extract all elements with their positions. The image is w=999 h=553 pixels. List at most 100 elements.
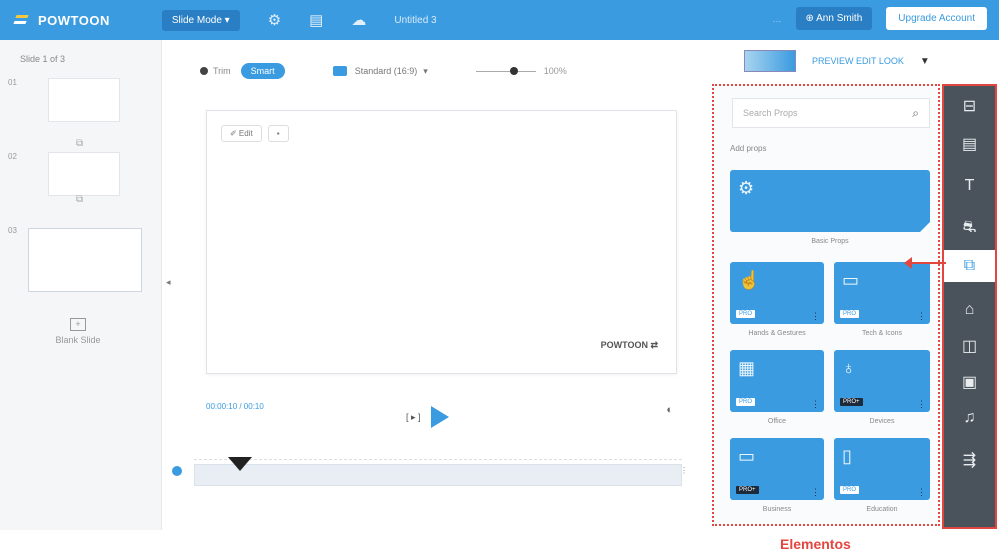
card-label: Basic Props bbox=[811, 238, 849, 245]
blank-slide-button[interactable]: + Blank Slide bbox=[48, 318, 108, 345]
logo-text: POWTOON bbox=[38, 12, 110, 28]
props-card[interactable]: ☝ PRO ⋮ bbox=[730, 262, 824, 324]
background-icon[interactable]: ▤ bbox=[944, 128, 995, 160]
character-icon[interactable]: ⛐ bbox=[944, 212, 995, 244]
card-label: Hands & Gestures bbox=[748, 330, 806, 337]
play-icon[interactable] bbox=[430, 406, 449, 428]
music-icon[interactable]: ♫ bbox=[944, 402, 995, 434]
search-placeholder: Search Props bbox=[743, 108, 798, 118]
props-card[interactable]: ▭ PRO ⋮ bbox=[834, 262, 930, 324]
text-icon[interactable]: T bbox=[944, 170, 995, 202]
elements-library: Search Props ⌕ Add props ⚙ Basic Props ☝… bbox=[712, 84, 940, 526]
timecode: 00:00:10 / 00:10 bbox=[206, 402, 264, 411]
book-icon: ▯ bbox=[842, 446, 852, 466]
monitor-icon: ▭ bbox=[842, 270, 860, 290]
pro-badge: PRO bbox=[840, 310, 860, 318]
toggle-label: Trim bbox=[213, 66, 231, 76]
slide-row[interactable]: 02 bbox=[8, 152, 120, 196]
layout-icon[interactable]: ▤ bbox=[309, 11, 323, 29]
help-link[interactable]: … bbox=[773, 14, 782, 24]
transition-icon[interactable]: ⇶ bbox=[944, 444, 995, 476]
slide-number: 02 bbox=[8, 152, 17, 161]
zoom-knob[interactable] bbox=[509, 66, 518, 75]
resolution-label: Standard (16:9) bbox=[354, 66, 418, 76]
search-input[interactable]: Search Props ⌕ bbox=[732, 98, 930, 128]
timeline-track[interactable] bbox=[194, 464, 682, 486]
user-menu[interactable]: ⊕ Ann Smith bbox=[795, 7, 873, 30]
folder-icon: ▭ bbox=[738, 446, 756, 466]
canvas-toolbar: Trim Smart Standard (16:9) ▾ 100% bbox=[200, 60, 690, 82]
gear-icon: ⚙ bbox=[738, 178, 755, 198]
slide-row[interactable]: 01 bbox=[8, 78, 120, 122]
upgrade-button[interactable]: Upgrade Account bbox=[886, 7, 987, 30]
props-icon[interactable]: ⧉ bbox=[944, 250, 995, 282]
timeline[interactable]: ⋮ bbox=[172, 448, 690, 493]
slide-thumbnail-active[interactable] bbox=[28, 228, 142, 292]
card-fold bbox=[920, 222, 930, 232]
files-icon: ▦ bbox=[738, 358, 756, 378]
step-button[interactable]: [ ▸ ] bbox=[406, 412, 421, 423]
slide-options-icon[interactable]: ⧉ bbox=[76, 138, 83, 149]
more-icon[interactable]: ⋮ bbox=[917, 487, 926, 498]
slide-options-icon[interactable]: ⧉ bbox=[76, 194, 83, 205]
slide-canvas[interactable]: ✐ Edit ▪ POWTOON ⇄ bbox=[206, 110, 677, 374]
template-icon[interactable]: ⊟ bbox=[944, 90, 995, 122]
mode-dropdown[interactable]: Slide Mode ▾ bbox=[161, 9, 240, 31]
more-icon[interactable]: ⋮ bbox=[811, 399, 820, 410]
blank-slide-label: Blank Slide bbox=[55, 335, 101, 345]
volume-icon[interactable]: ◐ bbox=[666, 404, 673, 416]
playhead-icon[interactable] bbox=[228, 457, 252, 471]
card-label: Tech & Icons bbox=[861, 330, 903, 337]
pro-badge: PRO bbox=[840, 486, 860, 494]
settings-icon[interactable]: ⚙ bbox=[268, 11, 281, 29]
zoom-control[interactable]: 100% bbox=[475, 66, 567, 76]
slide-row[interactable]: 03 bbox=[8, 226, 142, 292]
project-title[interactable]: Untitled 3 bbox=[394, 15, 436, 26]
more-icon[interactable]: ⋮ bbox=[917, 399, 926, 410]
cloud-icon[interactable]: ☁ bbox=[351, 11, 366, 29]
trim-toggle[interactable]: Trim Smart bbox=[200, 63, 285, 79]
slides-panel: Slide 1 of 3 01 ⧉ 02 ⧉ 03 + Blank Slide bbox=[0, 40, 162, 530]
section-label: Add props bbox=[730, 144, 767, 153]
card-label: Office bbox=[767, 418, 787, 425]
slide-thumbnail[interactable] bbox=[48, 78, 120, 122]
logo-mark-icon bbox=[14, 12, 32, 28]
video-icon[interactable]: ▣ bbox=[944, 366, 995, 398]
pro-plus-badge: PRO+ bbox=[736, 486, 759, 494]
card-label: Devices bbox=[869, 418, 895, 425]
aspect-ratio-icon bbox=[332, 66, 347, 76]
props-card[interactable]: ▯ PRO ⋮ bbox=[834, 438, 930, 500]
preview-header: PREVIEW EDIT LOOK ▼ bbox=[744, 50, 930, 72]
more-icon[interactable]: ⋮ bbox=[811, 487, 820, 498]
playback-bar: 00:00:10 / 00:10 [ ▸ ] ◐ bbox=[206, 398, 677, 438]
powtoon-logo[interactable]: POWTOON bbox=[14, 12, 110, 28]
pro-badge: PRO bbox=[736, 310, 756, 318]
bulb-icon: ♁ bbox=[842, 358, 856, 378]
preview-thumbnail[interactable] bbox=[744, 50, 796, 72]
props-card[interactable]: ▭ PRO+ ⋮ bbox=[730, 438, 824, 500]
more-icon[interactable]: ⋮ bbox=[811, 311, 820, 322]
add-slide-icon: + bbox=[70, 318, 86, 331]
delete-icon[interactable]: ▪ bbox=[267, 125, 289, 142]
pro-badge: PRO bbox=[736, 398, 756, 406]
props-card[interactable]: ⚙ bbox=[730, 170, 930, 232]
props-card[interactable]: ▦ PRO ⋮ bbox=[730, 350, 824, 412]
smart-toggle[interactable]: Smart bbox=[240, 63, 285, 79]
timeline-add-icon[interactable] bbox=[172, 466, 182, 476]
slide-thumbnail[interactable] bbox=[48, 152, 120, 196]
shapes-icon[interactable]: ⌂ bbox=[944, 294, 995, 326]
zoom-slider[interactable] bbox=[475, 66, 536, 75]
timeline-ruler bbox=[194, 452, 682, 460]
timeline-end-icon[interactable]: ⋮ bbox=[680, 466, 688, 475]
more-icon[interactable]: ⋮ bbox=[917, 311, 926, 322]
powtoon-watermark: POWTOON ⇄ bbox=[600, 340, 658, 350]
thumbs-up-icon: ☝ bbox=[738, 270, 761, 290]
collapse-panel-icon[interactable]: ◂ bbox=[166, 277, 171, 288]
edit-button[interactable]: ✐ Edit bbox=[221, 125, 262, 142]
preview-label[interactable]: PREVIEW EDIT LOOK bbox=[812, 56, 904, 66]
top-bar: POWTOON Slide Mode ▾ ⚙ ▤ ☁ Untitled 3 … … bbox=[0, 0, 999, 40]
media-icon[interactable]: ◫ bbox=[944, 330, 995, 362]
props-card[interactable]: ♁ PRO+ ⋮ bbox=[834, 350, 930, 412]
resolution-dropdown[interactable]: Standard (16:9) ▾ bbox=[332, 66, 428, 77]
preview-dropdown-icon[interactable]: ▼ bbox=[920, 56, 930, 67]
